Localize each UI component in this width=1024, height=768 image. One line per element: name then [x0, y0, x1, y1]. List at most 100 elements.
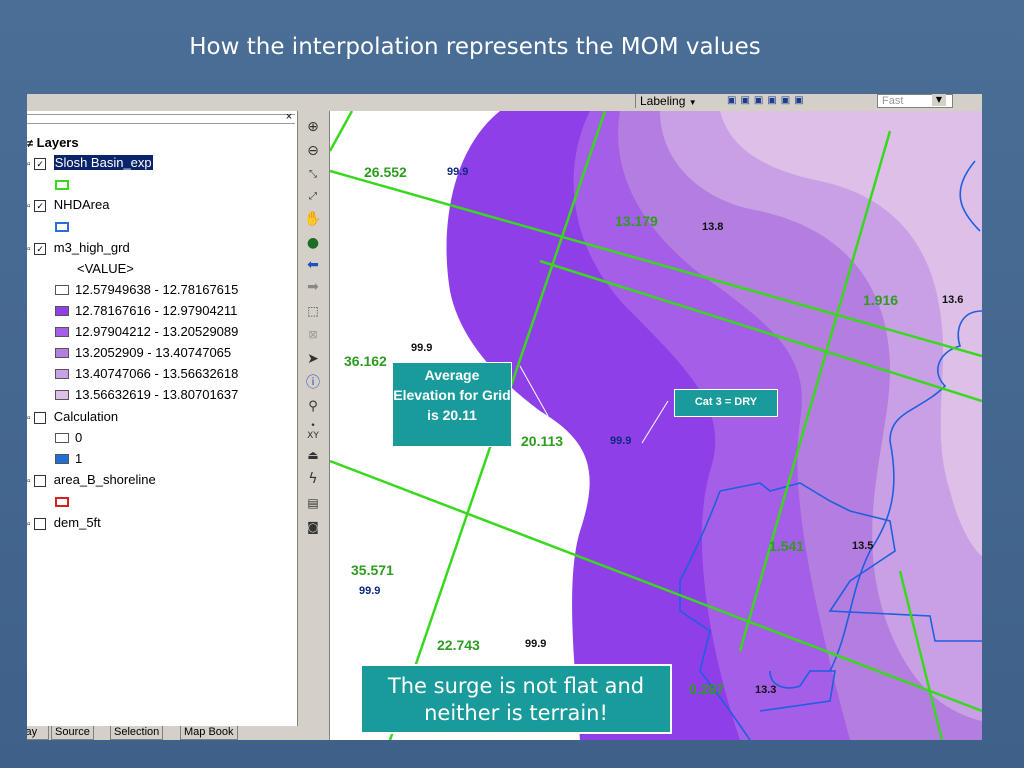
mom-label: 99.9: [525, 638, 547, 650]
legend-swatch: [55, 222, 69, 232]
layer-name: m3_high_grd: [53, 240, 130, 255]
layer-checkbox[interactable]: ✓: [34, 199, 47, 212]
layer-dem-5ft[interactable]: ▫ dem_5ft: [27, 515, 101, 533]
legend-swatch: [55, 390, 69, 400]
grid-label: 1.541: [769, 538, 805, 554]
expand-icon: ▫: [27, 201, 31, 212]
legend-swatch: [55, 454, 69, 464]
clear-selection-icon[interactable]: ⊠: [303, 325, 323, 345]
toc-root[interactable]: ≠ Layers: [27, 135, 79, 152]
grid-label: 1.916: [863, 292, 899, 308]
toc-tabs: Display Source Selection Map Book: [27, 726, 297, 740]
map-canvas[interactable]: 26.552 99.9 13.179 13.8 1.916 13.6 36.16…: [330, 111, 982, 740]
labeling-menu[interactable]: Labeling ▼: [635, 94, 697, 108]
legend-class-label: 12.78167616 - 12.97904211: [75, 303, 238, 318]
identify-info-icon[interactable]: ⓘ: [303, 373, 323, 393]
chevron-down-icon[interactable]: ▼: [932, 94, 946, 106]
layer-checkbox[interactable]: [34, 474, 47, 487]
cat3-callout: Cat 3 = DRY: [674, 389, 778, 417]
find-binoculars-icon[interactable]: ⚲: [303, 397, 323, 417]
arcmap-screenshot: Labeling ▼ ▣▣▣▣▣▣ Fast ▼ × ≠ Layers ▫ ✓ …: [27, 94, 982, 740]
measure-icon[interactable]: ⏏: [303, 445, 323, 465]
select-pointer-icon[interactable]: ➤: [303, 349, 323, 369]
legend-swatch: [55, 306, 69, 316]
grid-label: 0.287: [689, 681, 725, 697]
layer-slosh-basin[interactable]: ▫ ✓ Slosh Basin_exp: [27, 155, 153, 173]
zoom-in-icon[interactable]: ⊕: [303, 117, 323, 137]
legend-swatch: [55, 180, 69, 190]
mom-label: 13.8: [702, 221, 724, 233]
tab-display[interactable]: Display: [27, 726, 49, 740]
mom-label: 99.9: [359, 585, 381, 597]
mom-label: 99.9: [411, 342, 433, 354]
forward-arrow-icon[interactable]: ➡: [303, 277, 323, 297]
layer-calculation[interactable]: ▫ Calculation: [27, 409, 118, 427]
label-tools-icons[interactable]: ▣▣▣▣▣▣: [727, 95, 808, 106]
legend-class-label: 13.2052909 - 13.40747065: [75, 345, 232, 360]
surge-callout: The surge is not flat and neither is ter…: [360, 664, 672, 734]
layer-m3-high-grd[interactable]: ▫ ✓ m3_high_grd: [27, 240, 130, 258]
legend-swatch: [55, 348, 69, 358]
layers-icon: ≠: [27, 138, 34, 150]
create-viewer-icon[interactable]: ◙: [303, 517, 323, 537]
legend-swatch: [55, 327, 69, 337]
slide-title: How the interpolation represents the MOM…: [189, 34, 761, 60]
close-icon[interactable]: ×: [283, 111, 295, 123]
toc-titlebar: [27, 114, 295, 124]
tools-toolbar: ⊕ ⊖ ⤡ ⤢ ✋ ● ⬅ ➡ ⬚ ⊠ ➤ ⓘ ⚲ • XY ⏏ ϟ ▤ ◙: [298, 111, 330, 740]
legend-swatch: [55, 369, 69, 379]
expand-icon: ▫: [27, 159, 31, 170]
expand-icon: ▫: [27, 413, 31, 424]
layer-name: area_B_shoreline: [53, 472, 156, 487]
tab-map-book[interactable]: Map Book: [180, 726, 238, 740]
layer-checkbox[interactable]: ✓: [34, 157, 47, 170]
expand-icon: ▫: [27, 244, 31, 255]
legend-class-label: 12.57949638 - 12.78167615: [75, 282, 239, 297]
mom-label: 99.9: [610, 435, 632, 447]
hyperlink-lightning-icon[interactable]: ϟ: [303, 469, 323, 489]
grid-label: 13.179: [615, 213, 658, 229]
toolbar: Labeling ▼ ▣▣▣▣▣▣ Fast ▼: [27, 94, 982, 111]
layer-area-b-shoreline[interactable]: ▫ area_B_shoreline: [27, 472, 156, 490]
tab-source[interactable]: Source: [51, 726, 94, 740]
fixed-zoom-in-icon[interactable]: ⤡: [303, 165, 323, 185]
layer-name: Calculation: [53, 409, 119, 424]
legend-class-label: 12.97904212 - 13.20529089: [75, 324, 239, 339]
layer-nhdarea[interactable]: ▫ ✓ NHDArea: [27, 197, 109, 215]
grid-label: 26.552: [364, 164, 407, 180]
html-popup-icon[interactable]: ▤: [303, 493, 323, 513]
mom-label: 13.5: [852, 540, 874, 552]
expand-icon: ▫: [27, 476, 31, 487]
layer-checkbox[interactable]: [34, 411, 47, 424]
legend-class-label: 1: [75, 451, 83, 466]
zoom-out-icon[interactable]: ⊖: [303, 141, 323, 161]
full-extent-globe-icon[interactable]: ●: [303, 233, 323, 253]
labeling-dropdown-icon: ▼: [688, 98, 697, 107]
grid-line: [330, 111, 354, 152]
grid-value-header: <VALUE>: [77, 261, 134, 276]
legend-class-label: 0: [75, 430, 83, 445]
go-to-xy-icon[interactable]: • XY: [303, 421, 323, 441]
toc-root-label: Layers: [36, 135, 79, 150]
layer-checkbox[interactable]: [34, 517, 47, 530]
layer-name: dem_5ft: [53, 515, 101, 530]
table-of-contents: × ≠ Layers ▫ ✓ Slosh Basin_exp ▫ ✓ NHDAr…: [27, 111, 298, 726]
layer-name: Slosh Basin_exp: [53, 155, 153, 170]
grid-label: 36.162: [344, 353, 387, 369]
grid-label: 20.113: [521, 433, 564, 449]
tab-selection[interactable]: Selection: [110, 726, 164, 740]
fixed-zoom-out-icon[interactable]: ⤢: [303, 187, 323, 207]
grid-label: 35.571: [351, 562, 394, 578]
legend-swatch: [55, 285, 69, 295]
back-arrow-icon[interactable]: ⬅: [303, 255, 323, 275]
mom-label: 13.3: [755, 684, 777, 696]
select-features-icon[interactable]: ⬚: [303, 301, 323, 321]
mom-label: 13.6: [942, 294, 964, 306]
legend-swatch: [55, 433, 69, 443]
label-speed-value: Fast: [882, 95, 904, 107]
labeling-label: Labeling: [640, 94, 686, 108]
layer-checkbox[interactable]: ✓: [34, 242, 47, 255]
mom-label: 99.9: [447, 166, 469, 178]
legend-swatch: [55, 497, 69, 507]
pan-hand-icon[interactable]: ✋: [303, 209, 323, 229]
